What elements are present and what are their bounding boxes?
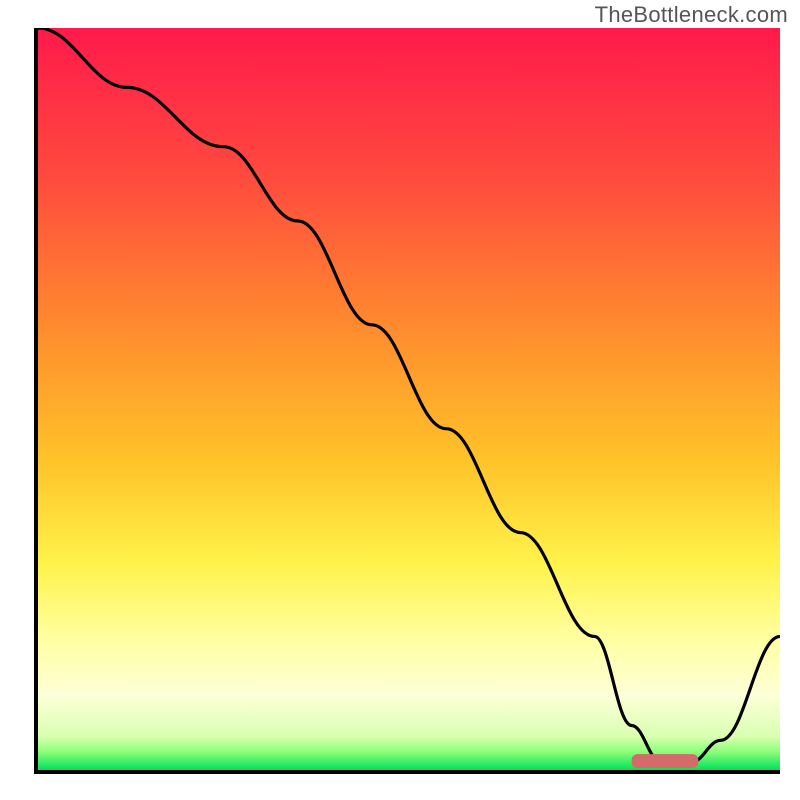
line-overlay [38,28,780,770]
watermark-text: TheBottleneck.com [595,2,788,28]
plot-area [34,28,780,774]
chart-container: TheBottleneck.com [0,0,800,800]
highlight-band [632,754,699,768]
bottleneck-curve [38,28,780,763]
